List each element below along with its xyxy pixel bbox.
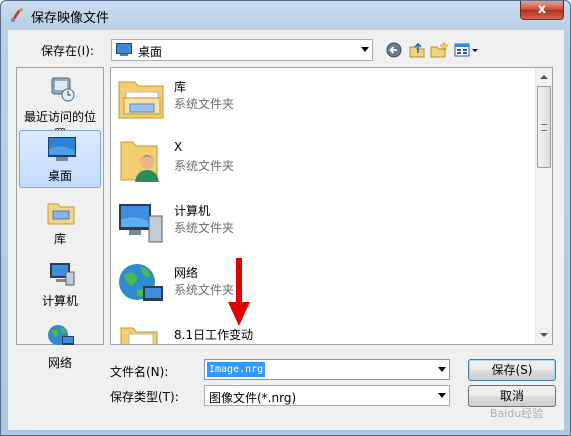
dialog-body: 保存在(I): 桌面 最近访问的位 桌面 库 计算机 网络 库 系统文件夹 X …	[8, 30, 564, 430]
list-item[interactable]: 8.1日工作变动 文件夹	[117, 320, 517, 344]
desktop-icon	[116, 43, 132, 56]
file-name: 8.1日工作变动	[174, 328, 254, 342]
computer-icon	[50, 263, 75, 286]
file-name: X	[174, 140, 183, 154]
title-bar[interactable]: 保存映像文件 x	[1, 1, 570, 29]
scroll-thumb[interactable]	[537, 86, 551, 168]
user-folder-icon	[120, 141, 159, 182]
watermark: Baidu经验	[490, 407, 544, 420]
place-computer[interactable]: 计算机	[19, 256, 101, 314]
list-item[interactable]: X 系统文件夹	[117, 134, 517, 190]
recent-places-icon	[51, 77, 75, 102]
filetype-value: 图像文件(*.nrg)	[209, 391, 297, 405]
file-list[interactable]: 库 系统文件夹 X 系统文件夹 计算机 系统文件夹 网络 系统文件夹 8.1日工…	[110, 67, 553, 345]
libraries-icon	[118, 81, 164, 119]
place-desktop[interactable]: 桌面	[19, 130, 101, 188]
place-recent[interactable]: 最近访问的位置	[19, 72, 101, 141]
annotation-arrow-icon	[228, 258, 250, 326]
filename-label: 文件名(N):	[110, 365, 169, 379]
filetype-dropdown[interactable]: 图像文件(*.nrg)	[204, 385, 450, 406]
save-in-label: 保存在(I):	[41, 44, 94, 58]
filename-value[interactable]: Image.nrg	[207, 362, 266, 377]
place-label: 计算机	[41, 294, 78, 308]
scroll-down-button[interactable]	[536, 327, 552, 344]
close-button[interactable]: x	[520, 1, 564, 20]
save-in-value: 桌面	[138, 45, 163, 59]
file-type: 系统文件夹	[174, 159, 235, 173]
network-icon	[119, 264, 163, 301]
chevron-down-icon[interactable]	[438, 367, 446, 372]
file-type: 系统文件夹	[174, 221, 235, 235]
place-label: 桌面	[47, 169, 72, 183]
scroll-up-button[interactable]	[536, 68, 552, 85]
network-icon	[48, 325, 74, 345]
place-network[interactable]: 网络	[19, 318, 101, 376]
window-title: 保存映像文件	[31, 11, 110, 26]
save-in-dropdown[interactable]: 桌面	[111, 39, 373, 61]
file-name: 库	[174, 80, 187, 94]
view-menu-icon[interactable]	[453, 39, 481, 61]
chevron-down-icon[interactable]	[361, 47, 369, 52]
file-type: 系统文件夹	[174, 283, 235, 297]
file-type: 文件夹	[174, 343, 210, 344]
list-item[interactable]: 库 系统文件夹	[117, 72, 517, 128]
filename-input[interactable]: Image.nrg	[204, 359, 450, 380]
places-bar: 最近访问的位置 桌面 库	[16, 67, 104, 370]
back-icon[interactable]	[384, 39, 404, 61]
chevron-down-icon[interactable]	[438, 393, 446, 398]
new-folder-icon[interactable]	[429, 39, 449, 61]
place-libraries[interactable]: 库	[19, 194, 101, 252]
file-name: 网络	[174, 266, 199, 280]
file-type: 系统文件夹	[174, 97, 235, 111]
computer-icon	[119, 204, 163, 243]
libraries-icon	[47, 203, 75, 225]
save-button[interactable]: 保存(S)	[468, 359, 556, 381]
desktop-icon	[48, 137, 76, 161]
place-label: 库	[53, 232, 66, 246]
place-label: 网络	[47, 356, 72, 370]
file-name: 计算机	[174, 204, 211, 218]
app-icon	[11, 8, 23, 22]
save-image-dialog: 保存映像文件 x 保存在(I): 桌面 最近访问的位 桌面 库 计算机 网络 库…	[0, 0, 571, 436]
folder-icon	[120, 327, 158, 344]
list-item[interactable]: 计算机 系统文件夹	[117, 196, 517, 252]
list-item[interactable]: 网络 系统文件夹	[117, 258, 517, 314]
up-folder-icon[interactable]	[407, 39, 427, 61]
cancel-button[interactable]: 取消	[468, 385, 556, 407]
vertical-scrollbar[interactable]	[535, 68, 552, 344]
filetype-label: 保存类型(T):	[110, 390, 179, 404]
